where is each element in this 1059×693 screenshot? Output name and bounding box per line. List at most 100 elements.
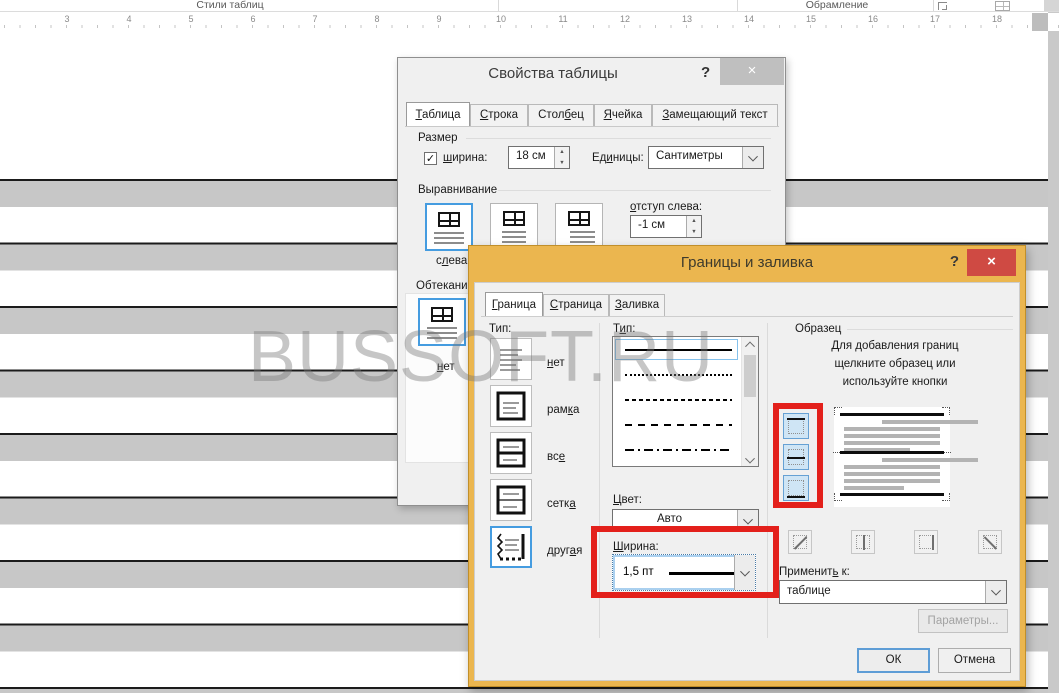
- ribbon-group-borders: Обрамление: [757, 0, 917, 11]
- indent-value: -1 см: [638, 219, 665, 231]
- dotted-line-sample: [625, 374, 732, 376]
- tab-alt-text[interactable]: Замещающий текст: [652, 104, 778, 126]
- scroll-up-button[interactable]: [742, 337, 758, 353]
- setting-none-label: нет: [547, 357, 565, 369]
- line-style-dash[interactable]: [613, 412, 758, 437]
- spin-up-icon[interactable]: ▲: [555, 149, 569, 155]
- help-icon[interactable]: ?: [701, 64, 710, 81]
- setting-box-button[interactable]: [490, 385, 532, 427]
- setting-all-button[interactable]: [490, 432, 532, 474]
- listbox-scrollbar[interactable]: [741, 337, 758, 466]
- preview-inside-border[interactable]: [840, 451, 944, 454]
- tab-row[interactable]: Строка: [470, 104, 528, 126]
- line-style-dash-dot[interactable]: [613, 437, 758, 462]
- wrap-none-button[interactable]: [418, 298, 466, 346]
- preview-instruction-line2: щелкните образец или: [780, 358, 1010, 370]
- apply-to-value: таблице: [787, 585, 831, 597]
- word-window: Стили таблиц Обрамление 3 4 5 6 7 8 9 10…: [0, 0, 1059, 693]
- preview-instruction-line3: используйте кнопки: [780, 376, 1010, 388]
- apply-to-dropdown[interactable]: таблице: [779, 580, 1007, 604]
- options-button[interactable]: Параметры...: [918, 609, 1008, 633]
- align-left-caption: слева: [436, 255, 467, 267]
- scroll-down-button[interactable]: [742, 450, 758, 466]
- units-label: Единицы:: [592, 152, 644, 164]
- ruler-number: 8: [370, 14, 384, 24]
- width-checkbox[interactable]: ✓: [424, 152, 437, 165]
- setting-all-label: все: [547, 451, 565, 463]
- cancel-button[interactable]: Отмена: [938, 648, 1011, 673]
- scrollbar-thumb[interactable]: [744, 355, 756, 397]
- chevron-down-icon: [748, 151, 758, 161]
- help-icon[interactable]: ?: [950, 253, 959, 270]
- border-preview[interactable]: [834, 407, 950, 507]
- ruler-number: 16: [866, 14, 880, 24]
- line-style-listbox[interactable]: [612, 336, 759, 467]
- spinner-arrows[interactable]: ▲▼: [554, 147, 569, 168]
- tab-column[interactable]: Столбец: [528, 104, 594, 126]
- tab-table[interactable]: Таблица: [406, 102, 470, 126]
- table-align-center-icon: [503, 211, 525, 226]
- dropdown-arrow-button[interactable]: [985, 581, 1006, 603]
- text-lines-icon: [434, 232, 464, 247]
- tab-page[interactable]: Страница: [543, 294, 609, 316]
- line-style-dotted[interactable]: [613, 362, 758, 387]
- ruler-number: 12: [618, 14, 632, 24]
- dialog-title: Границы и заливка: [469, 254, 1025, 271]
- table-grid-icon: [995, 1, 1010, 11]
- indent-spinner[interactable]: -1 см ▲▼: [630, 215, 702, 238]
- ruler-margin-block: [1032, 13, 1048, 31]
- align-right-button[interactable]: [555, 203, 603, 251]
- dash-dot-line-sample: [625, 449, 732, 451]
- setting-custom-button[interactable]: [490, 526, 532, 568]
- spinner-arrows[interactable]: ▲▼: [686, 216, 701, 237]
- spin-down-icon[interactable]: ▼: [687, 229, 701, 235]
- table-align-right-icon: [568, 211, 590, 226]
- tab-border[interactable]: Граница: [485, 292, 543, 316]
- setting-grid-label: сетка: [547, 498, 576, 510]
- chevron-down-icon: [991, 586, 1001, 596]
- preview-text-line: [844, 441, 940, 445]
- ruler-number: 14: [742, 14, 756, 24]
- preview-instruction-line1: Для добавления границ: [780, 340, 1010, 352]
- diagonal-down-border-button[interactable]: [978, 530, 1002, 554]
- inside-vertical-icon: [863, 535, 865, 550]
- close-icon[interactable]: ×: [967, 249, 1016, 276]
- ribbon-separator: [933, 0, 934, 11]
- preview-text-line: [844, 486, 904, 490]
- ok-button[interactable]: ОК: [857, 648, 930, 673]
- apply-to-label: Применить к:: [779, 566, 850, 578]
- wrap-none-caption: нет: [437, 361, 455, 373]
- close-icon[interactable]: ×: [720, 58, 784, 85]
- diagonal-up-border-button[interactable]: [788, 530, 812, 554]
- align-center-button[interactable]: [490, 203, 538, 251]
- dialog-launcher-icon[interactable]: [938, 2, 947, 10]
- border-box-icon: [496, 391, 526, 421]
- line-style-fine-dash[interactable]: [613, 387, 758, 412]
- group-line: [466, 138, 771, 139]
- inside-vertical-border-button[interactable]: [851, 530, 875, 554]
- setting-none-button[interactable]: [490, 338, 532, 380]
- preview-top-border[interactable]: [840, 413, 944, 416]
- wrapping-group-label: Обтекание: [416, 280, 474, 292]
- dialog-title: Свойства таблицы: [398, 65, 708, 82]
- ribbon-separator: [498, 0, 499, 11]
- units-value: Сантиметры: [656, 150, 723, 162]
- ruler-number: 4: [122, 14, 136, 24]
- right-border-button[interactable]: [914, 530, 938, 554]
- line-style-solid[interactable]: [613, 337, 758, 362]
- horizontal-ruler[interactable]: 3 4 5 6 7 8 9 10 11 12 13 14 15 16 17 18: [0, 13, 1059, 31]
- ruler-number: 15: [804, 14, 818, 24]
- size-group-label: Размер: [418, 132, 458, 144]
- width-spinner[interactable]: 18 см ▲▼: [508, 146, 570, 169]
- preview-bottom-border[interactable]: [840, 493, 944, 496]
- spin-down-icon[interactable]: ▼: [555, 160, 569, 166]
- dropdown-arrow-button[interactable]: [742, 147, 763, 168]
- preview-text-line: [844, 434, 940, 438]
- setting-grid-button[interactable]: [490, 479, 532, 521]
- tab-cell[interactable]: Ячейка: [594, 104, 652, 126]
- units-dropdown[interactable]: Сантиметры: [648, 146, 764, 169]
- align-left-button[interactable]: [425, 203, 473, 251]
- tab-shading[interactable]: Заливка: [609, 294, 665, 316]
- ruler-number: 6: [246, 14, 260, 24]
- spin-up-icon[interactable]: ▲: [687, 218, 701, 224]
